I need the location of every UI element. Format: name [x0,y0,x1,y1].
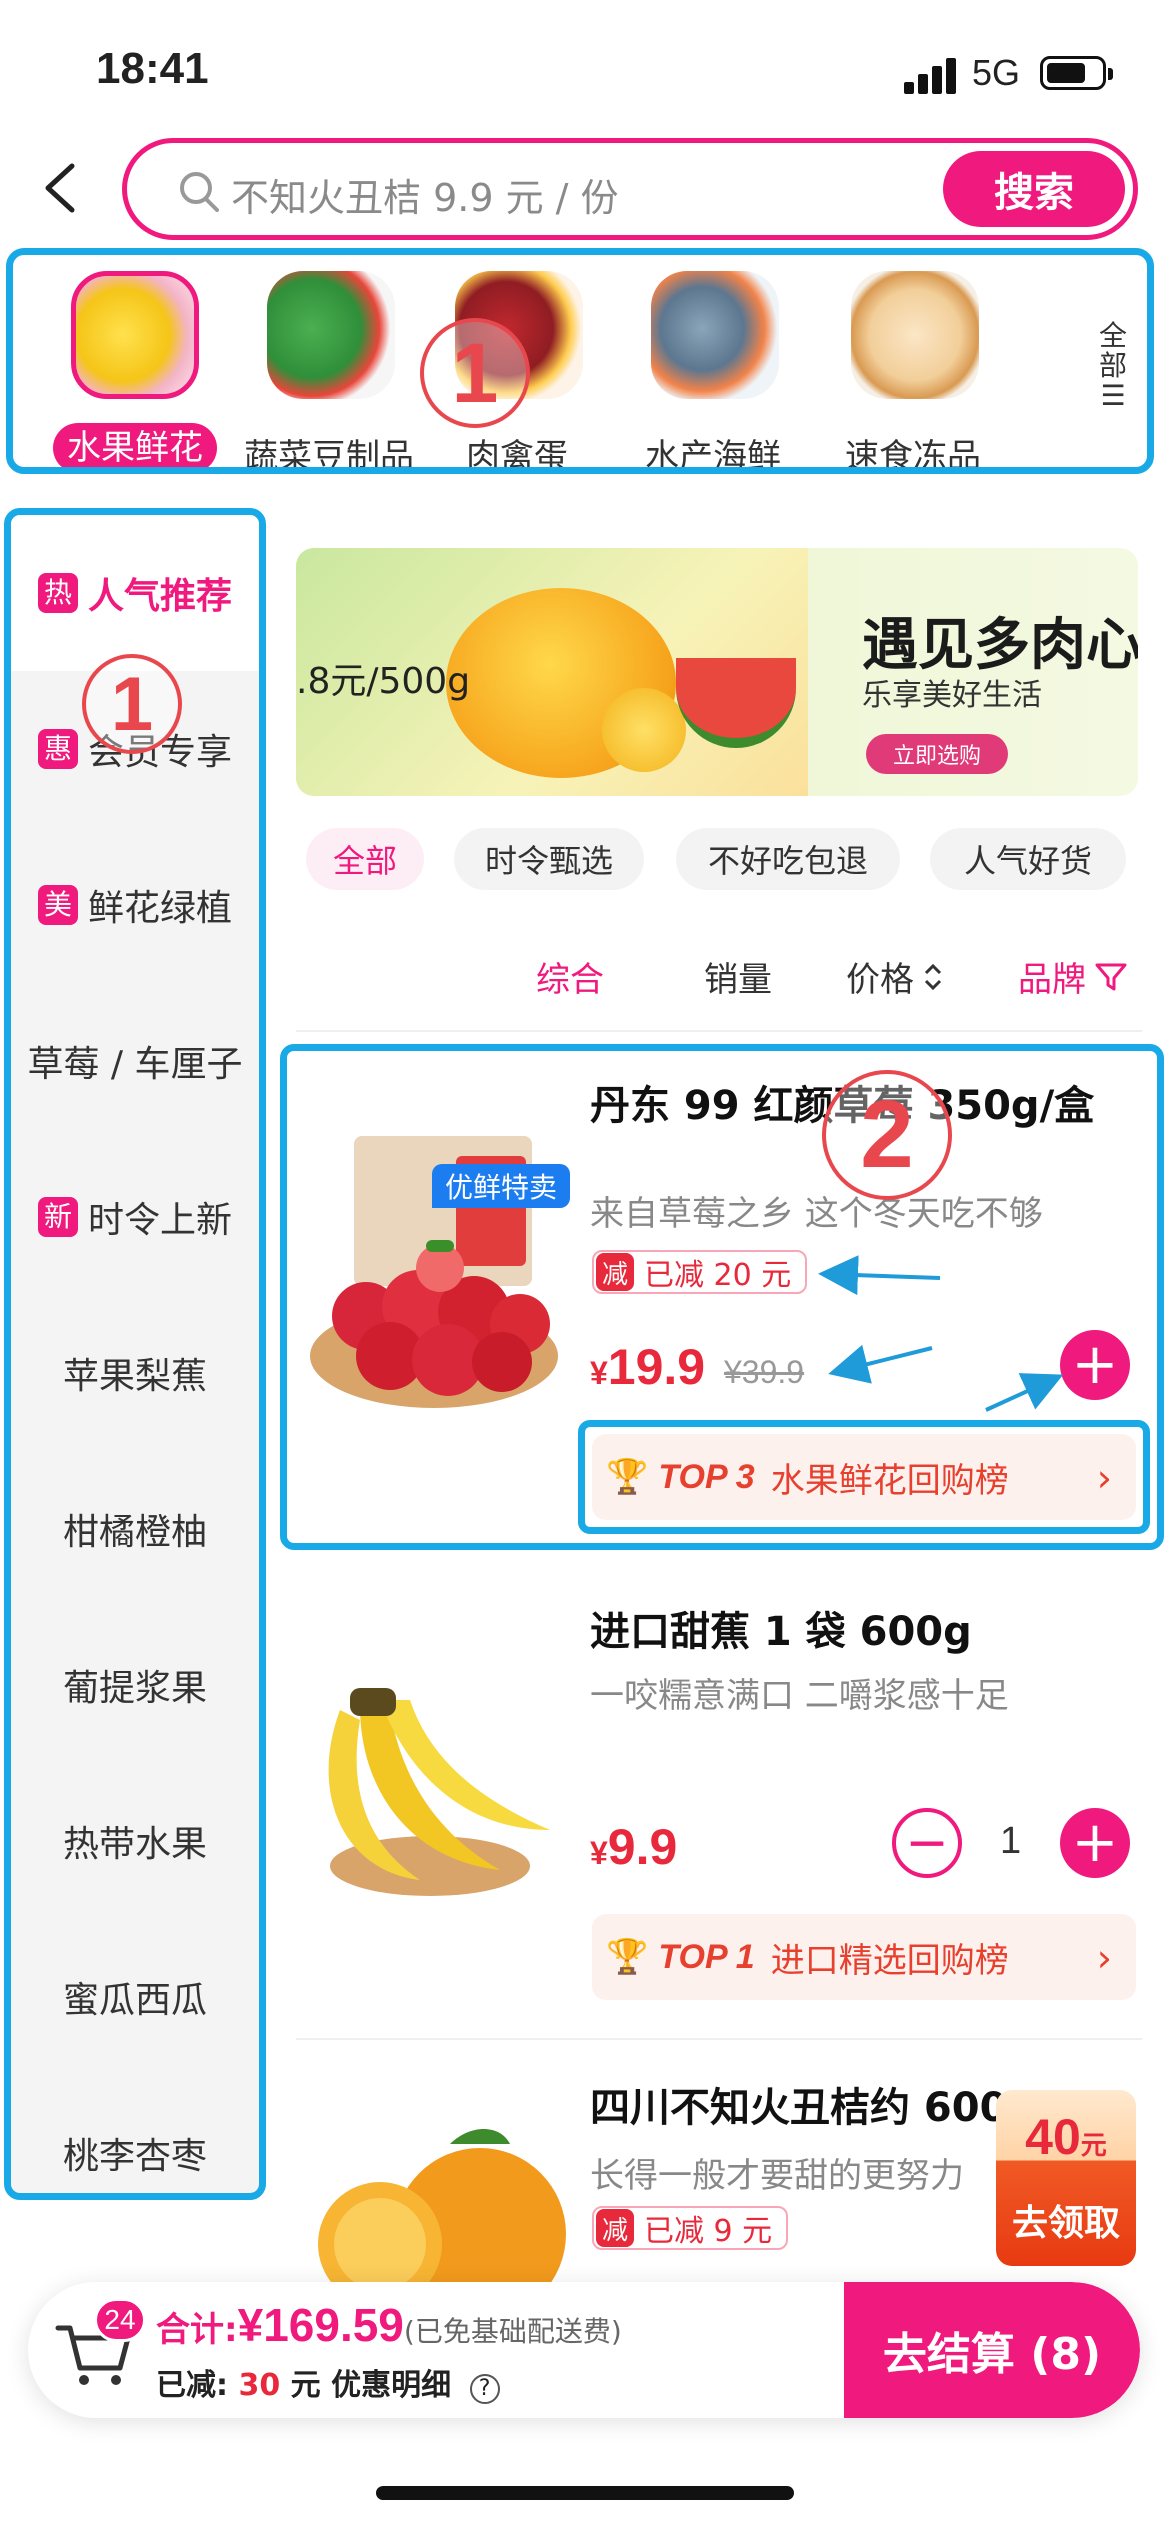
saved-unit: 元 [290,2368,321,2403]
minus-icon: − [905,1813,949,1873]
total-amount: ¥169.59 [237,2299,404,2351]
cart-total: 合计:¥169.59(已免基础配送费) [156,2298,622,2352]
rank-top: TOP 1 [658,1937,755,1976]
saved-amount: 30 [238,2368,281,2403]
checkout-button[interactable]: 去结算 (8) [844,2282,1140,2418]
coupon-amount-value: 40 [1025,2109,1081,2165]
product-price: ¥9.9 [590,1818,677,1876]
help-icon[interactable]: ? [469,2374,500,2404]
coupon-unit: 元 [1080,2130,1107,2160]
saved-label: 已减: [156,2368,228,2403]
orange-image [318,2129,566,2284]
increase-quantity-button[interactable]: + [1060,1808,1130,1878]
currency-symbol: ¥ [590,1835,608,1871]
quantity-value: 1 [1000,1820,1022,1862]
rank-label: 进口精选回购榜 [770,1940,1009,1981]
plus-icon: + [1071,1810,1119,1875]
product-description: 一咬糯意满口 二嚼浆感十足 [590,1676,1009,1716]
decrease-quantity-button[interactable]: − [892,1808,962,1878]
divider [296,2038,1142,2040]
trophy-icon: 🏆 [606,1937,649,1977]
discount-detail-link[interactable]: 优惠明细 [331,2368,451,2403]
coupon-amount: 40元 [996,2108,1136,2166]
arrow-to-price [828,1344,933,1384]
arrow-to-add [985,1373,1064,1412]
cart-saved[interactable]: 已减: 30 元 优惠明细 ? [156,2360,500,2404]
arrow-to-discount [818,1255,941,1296]
product-image-banana[interactable] [300,1670,566,1906]
product-description: 长得一般才要甜的更努力 [590,2156,964,2196]
banana-image [328,1688,550,1896]
chevron-right-icon: › [1096,1936,1112,1980]
product-image-orange[interactable] [300,2124,566,2284]
product-name[interactable]: 四川不知火丑桔约 600g [590,2080,1050,2136]
coupon-float-button[interactable]: 40元 去领取 [996,2090,1136,2266]
product-name[interactable]: 进口甜蕉 1 袋 600g [590,1604,1110,1660]
discount-badge: 减 [596,2209,634,2247]
coupon-label: 去领取 [1011,2203,1120,2244]
price-value: 9.9 [607,1819,678,1875]
rank-banner[interactable]: 🏆 TOP 1 进口精选回购榜 › [592,1914,1136,2000]
cart-bar: 24 合计:¥169.59(已免基础配送费) 已减: 30 元 优惠明细 ? 去… [28,2282,1140,2418]
discount-text: 已减 9 元 [644,2214,773,2249]
discount-tag: 减 已减 9 元 [592,2206,789,2250]
total-label: 合计: [156,2310,238,2350]
total-note: (已免基础配送费) [403,2315,622,2348]
cart-count-badge: 24 [94,2298,146,2342]
home-indicator [376,2486,794,2500]
annotation-arrows [818,1255,1064,1412]
